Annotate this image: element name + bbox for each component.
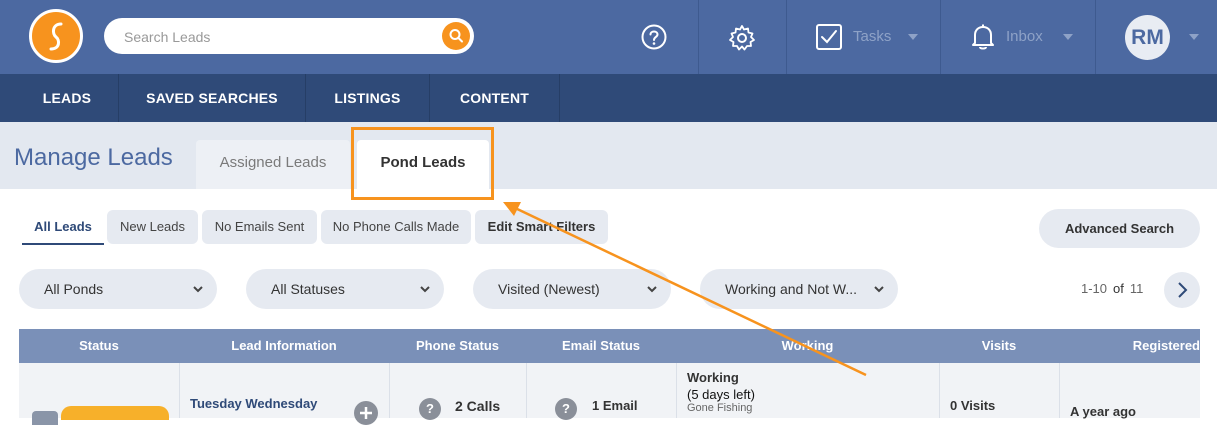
col-working[interactable]: Working bbox=[676, 329, 939, 363]
working-status: Working bbox=[687, 370, 739, 385]
pagination-total: 11 bbox=[1129, 281, 1144, 296]
help-button[interactable] bbox=[610, 0, 698, 74]
add-button[interactable] bbox=[354, 401, 378, 425]
edit-smart-filters-button[interactable]: Edit Smart Filters bbox=[475, 210, 608, 244]
cell-divider bbox=[1059, 363, 1060, 418]
search-icon bbox=[449, 29, 463, 43]
help-icon bbox=[641, 24, 667, 50]
pagination-range: 1-10 bbox=[1081, 281, 1108, 296]
tasks-menu[interactable]: Tasks bbox=[787, 0, 940, 74]
registered-date: A year ago bbox=[1070, 404, 1136, 419]
col-visits[interactable]: Visits bbox=[939, 329, 1059, 363]
col-lead-information[interactable]: Lead Information bbox=[179, 329, 389, 363]
chevron-down-icon bbox=[420, 286, 430, 293]
nav-saved-searches[interactable]: SAVED SEARCHES bbox=[119, 74, 305, 122]
table-header: Status Lead Information Phone Status Ema… bbox=[19, 329, 1200, 363]
status-icon bbox=[32, 411, 58, 425]
nav-listings[interactable]: LISTINGS bbox=[306, 74, 429, 122]
inbox-menu[interactable]: Inbox bbox=[941, 0, 1095, 74]
phone-calls-count: 2 Calls bbox=[455, 398, 501, 414]
active-underline bbox=[22, 243, 104, 245]
page-header bbox=[0, 122, 1217, 189]
cell-divider bbox=[939, 363, 940, 418]
nav-leads[interactable]: LEADS bbox=[16, 74, 118, 122]
chevron-down-icon bbox=[908, 34, 918, 40]
filter-no-emails-sent[interactable]: No Emails Sent bbox=[202, 210, 317, 244]
status-select-value: All Statuses bbox=[271, 281, 345, 297]
phone-help-icon[interactable]: ? bbox=[419, 398, 441, 420]
chevron-down-icon bbox=[193, 286, 203, 293]
working-select-value: Working and Not W... bbox=[725, 281, 858, 297]
working-select[interactable]: Working and Not W... bbox=[700, 269, 898, 309]
chevron-down-icon[interactable] bbox=[1189, 34, 1199, 40]
logo[interactable] bbox=[29, 9, 83, 63]
pagination-info: 1-10 of 11 bbox=[1081, 281, 1143, 296]
cell-divider bbox=[526, 363, 527, 418]
cell-divider bbox=[676, 363, 677, 418]
filter-all-leads[interactable]: All Leads bbox=[22, 210, 104, 244]
search-button[interactable] bbox=[442, 22, 470, 50]
visits-count: 0 Visits bbox=[950, 398, 996, 413]
next-page-button[interactable] bbox=[1164, 272, 1200, 308]
pond-select-value: All Ponds bbox=[44, 281, 104, 297]
col-status[interactable]: Status bbox=[19, 329, 179, 363]
chevron-down-icon bbox=[874, 286, 884, 293]
chevron-down-icon bbox=[647, 286, 657, 293]
email-help-icon[interactable]: ? bbox=[555, 398, 577, 420]
main-nav: LEADS SAVED SEARCHES LISTINGS CONTENT bbox=[0, 74, 1217, 122]
pond-select[interactable]: All Ponds bbox=[19, 269, 217, 309]
bell-icon bbox=[972, 24, 994, 50]
divider bbox=[1095, 0, 1096, 74]
page-title: Manage Leads bbox=[14, 144, 173, 171]
gear-icon bbox=[729, 25, 755, 51]
col-registered[interactable]: Registered bbox=[1059, 329, 1200, 363]
advanced-search-button[interactable]: Advanced Search bbox=[1039, 209, 1200, 248]
highlight-box bbox=[351, 127, 494, 200]
email-count: 1 Email bbox=[592, 398, 638, 413]
nav-content[interactable]: CONTENT bbox=[430, 74, 559, 122]
search-input[interactable] bbox=[122, 26, 426, 48]
working-days-left: (5 days left) bbox=[687, 387, 755, 402]
divider bbox=[559, 74, 560, 122]
sort-select-value: Visited (Newest) bbox=[498, 281, 600, 297]
search-box bbox=[104, 18, 474, 54]
sort-select[interactable]: Visited (Newest) bbox=[473, 269, 671, 309]
chevron-down-icon bbox=[1063, 34, 1073, 40]
filter-no-phone-calls[interactable]: No Phone Calls Made bbox=[321, 210, 471, 244]
inbox-label: Inbox bbox=[1006, 28, 1043, 45]
tasks-label: Tasks bbox=[853, 28, 892, 45]
plus-icon bbox=[360, 407, 372, 419]
chevron-right-icon bbox=[1178, 282, 1188, 298]
filter-new-leads[interactable]: New Leads bbox=[107, 210, 198, 244]
col-phone-status[interactable]: Phone Status bbox=[389, 329, 526, 363]
tasks-checkbox-icon bbox=[816, 24, 842, 50]
col-email-status[interactable]: Email Status bbox=[526, 329, 676, 363]
pagination-of: of bbox=[1113, 281, 1124, 296]
settings-button[interactable] bbox=[699, 0, 786, 74]
tab-assigned-leads[interactable]: Assigned Leads bbox=[196, 140, 350, 189]
status-select[interactable]: All Statuses bbox=[246, 269, 444, 309]
lead-name-link[interactable]: Tuesday Wednesday bbox=[190, 396, 317, 411]
cell-divider bbox=[389, 363, 390, 418]
working-agent: Gone Fishing bbox=[687, 402, 753, 414]
avatar[interactable]: RM bbox=[1125, 15, 1170, 60]
col-registered-label: Registered bbox=[1132, 338, 1200, 353]
cell-divider bbox=[179, 363, 180, 418]
